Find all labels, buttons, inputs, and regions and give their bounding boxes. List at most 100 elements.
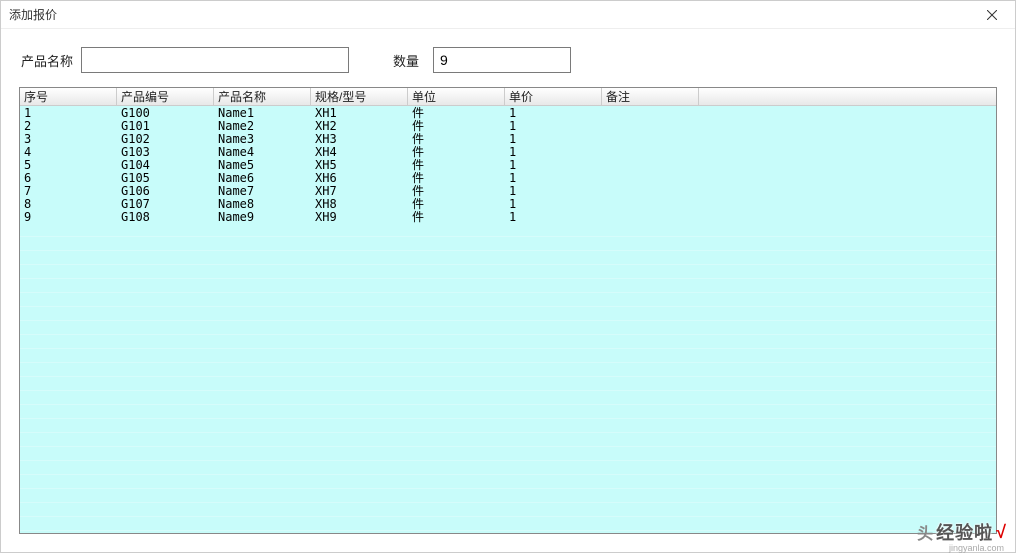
- cell-seq: 1: [20, 106, 117, 119]
- cell-spacer: [699, 197, 996, 210]
- close-icon: [987, 10, 997, 20]
- cell-spec: XH7: [311, 184, 408, 197]
- cell-remark: [602, 145, 699, 158]
- window-title: 添加报价: [9, 6, 57, 23]
- titlebar: 添加报价: [1, 1, 1015, 29]
- cell-remark: [602, 158, 699, 171]
- product-name-label: 产品名称: [21, 51, 73, 70]
- cell-code: G107: [117, 197, 214, 210]
- cell-spacer: [699, 119, 996, 132]
- watermark-text: 经验啦: [936, 519, 993, 545]
- cell-code: G108: [117, 210, 214, 223]
- cell-spacer: [699, 106, 996, 119]
- cell-seq: 2: [20, 119, 117, 132]
- cell-remark: [602, 184, 699, 197]
- cell-remark: [602, 210, 699, 223]
- quantity-label: 数量: [393, 51, 419, 70]
- col-header-remark[interactable]: 备注: [602, 88, 699, 105]
- watermark: 头 经验啦 √: [917, 519, 1006, 545]
- cell-price: 1: [505, 158, 602, 171]
- cell-code: G105: [117, 171, 214, 184]
- close-button[interactable]: [977, 5, 1007, 25]
- empty-area: [20, 223, 996, 534]
- table-body: 1G100Name1XH1件12G101Name2XH2件13G102Name3…: [20, 106, 996, 223]
- cell-price: 1: [505, 184, 602, 197]
- table-row[interactable]: 5G104Name5XH5件1: [20, 158, 996, 171]
- watermark-check-icon: √: [996, 522, 1006, 543]
- col-header-unit[interactable]: 单位: [408, 88, 505, 105]
- cell-name: Name1: [214, 106, 311, 119]
- cell-spacer: [699, 158, 996, 171]
- watermark-head-icon: 头: [917, 520, 933, 544]
- product-name-input[interactable]: [81, 47, 349, 73]
- table-row[interactable]: 1G100Name1XH1件1: [20, 106, 996, 119]
- cell-code: G104: [117, 158, 214, 171]
- col-header-price[interactable]: 单价: [505, 88, 602, 105]
- table-row[interactable]: 3G102Name3XH3件1: [20, 132, 996, 145]
- cell-unit: 件: [408, 158, 505, 171]
- cell-remark: [602, 132, 699, 145]
- cell-unit: 件: [408, 145, 505, 158]
- table-row[interactable]: 4G103Name4XH4件1: [20, 145, 996, 158]
- cell-seq: 3: [20, 132, 117, 145]
- cell-price: 1: [505, 197, 602, 210]
- cell-unit: 件: [408, 171, 505, 184]
- cell-spacer: [699, 145, 996, 158]
- cell-spec: XH1: [311, 106, 408, 119]
- cell-remark: [602, 197, 699, 210]
- cell-spacer: [699, 184, 996, 197]
- cell-spec: XH8: [311, 197, 408, 210]
- form-row: 产品名称 数量: [1, 29, 1015, 83]
- cell-price: 1: [505, 132, 602, 145]
- cell-name: Name5: [214, 158, 311, 171]
- col-header-spec[interactable]: 规格/型号: [311, 88, 408, 105]
- window: 添加报价 产品名称 数量 序号 产品编号 产品名称 规格/型号 单位 单价 备注…: [0, 0, 1016, 553]
- cell-name: Name3: [214, 132, 311, 145]
- col-header-spacer: [699, 88, 996, 105]
- cell-code: G106: [117, 184, 214, 197]
- cell-seq: 8: [20, 197, 117, 210]
- cell-code: G103: [117, 145, 214, 158]
- cell-price: 1: [505, 171, 602, 184]
- cell-code: G101: [117, 119, 214, 132]
- cell-unit: 件: [408, 119, 505, 132]
- table-row[interactable]: 9G108Name9XH9件1: [20, 210, 996, 223]
- table-row[interactable]: 6G105Name6XH6件1: [20, 171, 996, 184]
- cell-code: G100: [117, 106, 214, 119]
- cell-remark: [602, 171, 699, 184]
- watermark-url: jingyanla.com: [949, 543, 1004, 553]
- cell-seq: 7: [20, 184, 117, 197]
- col-header-seq[interactable]: 序号: [20, 88, 117, 105]
- table-header: 序号 产品编号 产品名称 规格/型号 单位 单价 备注: [20, 88, 996, 106]
- data-table: 序号 产品编号 产品名称 规格/型号 单位 单价 备注 1G100Name1XH…: [19, 87, 997, 534]
- cell-name: Name9: [214, 210, 311, 223]
- cell-seq: 5: [20, 158, 117, 171]
- cell-price: 1: [505, 210, 602, 223]
- quantity-input[interactable]: [433, 47, 571, 73]
- col-header-code[interactable]: 产品编号: [117, 88, 214, 105]
- cell-unit: 件: [408, 132, 505, 145]
- cell-spec: XH9: [311, 210, 408, 223]
- cell-seq: 4: [20, 145, 117, 158]
- cell-remark: [602, 119, 699, 132]
- cell-price: 1: [505, 106, 602, 119]
- table-row[interactable]: 8G107Name8XH8件1: [20, 197, 996, 210]
- cell-spacer: [699, 171, 996, 184]
- cell-spec: XH3: [311, 132, 408, 145]
- table-row[interactable]: 2G101Name2XH2件1: [20, 119, 996, 132]
- cell-spacer: [699, 132, 996, 145]
- col-header-name[interactable]: 产品名称: [214, 88, 311, 105]
- cell-seq: 6: [20, 171, 117, 184]
- cell-unit: 件: [408, 210, 505, 223]
- cell-name: Name2: [214, 119, 311, 132]
- cell-name: Name4: [214, 145, 311, 158]
- cell-price: 1: [505, 145, 602, 158]
- cell-name: Name7: [214, 184, 311, 197]
- cell-name: Name8: [214, 197, 311, 210]
- table-row[interactable]: 7G106Name7XH7件1: [20, 184, 996, 197]
- cell-unit: 件: [408, 197, 505, 210]
- cell-price: 1: [505, 119, 602, 132]
- cell-spec: XH6: [311, 171, 408, 184]
- cell-spec: XH4: [311, 145, 408, 158]
- cell-seq: 9: [20, 210, 117, 223]
